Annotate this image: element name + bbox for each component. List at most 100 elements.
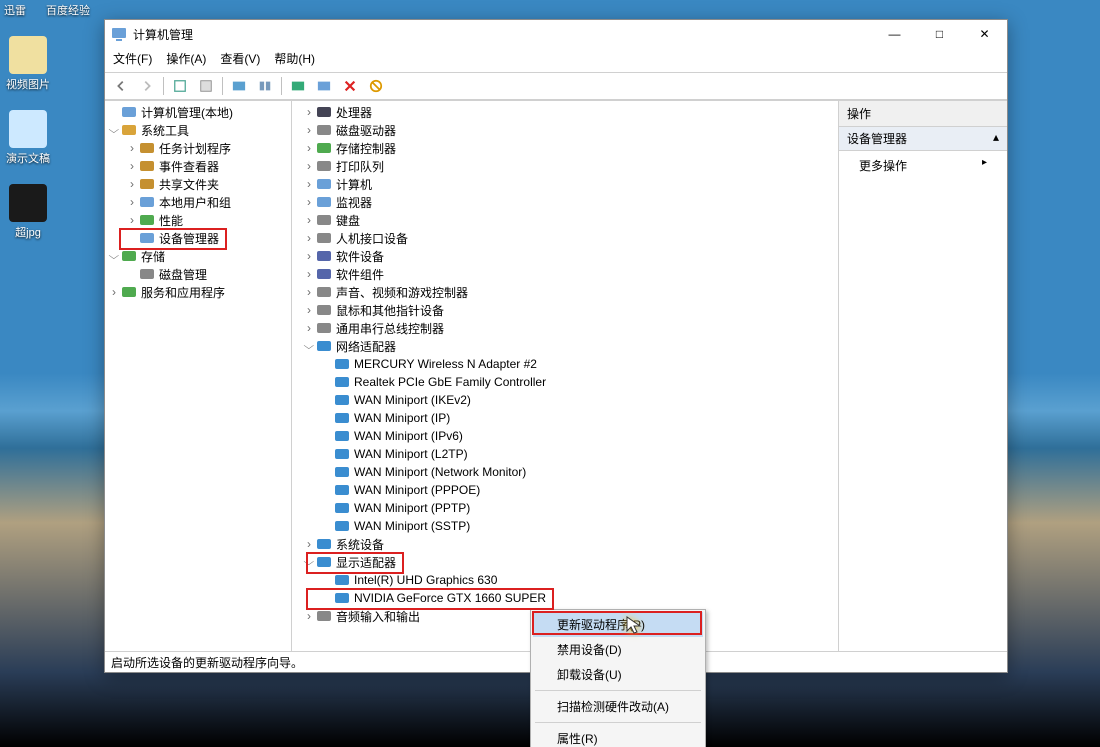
- tree-item[interactable]: WAN Miniport (Network Monitor): [292, 463, 838, 481]
- menubar: 文件(F) 操作(A) 查看(V) 帮助(H): [105, 48, 1007, 72]
- expand-icon[interactable]: [125, 177, 139, 191]
- left-tree-panel[interactable]: 计算机管理(本地)系统工具任务计划程序事件查看器共享文件夹本地用户和组性能设备管…: [105, 101, 292, 651]
- expand-icon[interactable]: [302, 537, 316, 551]
- menu-help[interactable]: 帮助(H): [274, 50, 315, 70]
- expand-icon[interactable]: [302, 141, 316, 155]
- expand-icon[interactable]: [302, 213, 316, 227]
- scan-button[interactable]: [312, 75, 336, 97]
- refresh-button[interactable]: [286, 75, 310, 97]
- menu-view[interactable]: 查看(V): [220, 50, 260, 70]
- expand-icon[interactable]: [302, 231, 316, 245]
- tree-item[interactable]: 监视器: [292, 193, 838, 211]
- tree-item[interactable]: 存储控制器: [292, 139, 838, 157]
- expand-icon[interactable]: [302, 303, 316, 317]
- tree-item[interactable]: 软件组件: [292, 265, 838, 283]
- menu-file[interactable]: 文件(F): [113, 50, 152, 70]
- tree-item[interactable]: 鼠标和其他指针设备: [292, 301, 838, 319]
- collapse-icon[interactable]: [302, 555, 316, 569]
- collapse-icon[interactable]: [107, 123, 121, 137]
- tree-item[interactable]: 磁盘管理: [105, 265, 291, 283]
- menu-action[interactable]: 操作(A): [166, 50, 206, 70]
- expand-icon[interactable]: [302, 177, 316, 191]
- expand-icon[interactable]: [107, 285, 121, 299]
- actions-panel: 操作 设备管理器▴ 更多操作: [839, 101, 1007, 651]
- props-button[interactable]: [194, 75, 218, 97]
- context-menu-item[interactable]: 卸载设备(U): [533, 662, 703, 687]
- expand-icon[interactable]: [302, 123, 316, 137]
- expand-icon[interactable]: [125, 195, 139, 209]
- context-menu-item[interactable]: 属性(R): [533, 726, 703, 747]
- tree-item[interactable]: Intel(R) UHD Graphics 630: [292, 571, 838, 589]
- maximize-button[interactable]: □: [917, 20, 962, 48]
- tree-item[interactable]: NVIDIA GeForce GTX 1660 SUPER: [292, 589, 838, 607]
- minimize-button[interactable]: —: [872, 20, 917, 48]
- enable-button[interactable]: [364, 75, 388, 97]
- desktop-icon-2[interactable]: 超jpg: [4, 184, 52, 240]
- actions-section[interactable]: 设备管理器▴: [839, 127, 1007, 151]
- expand-icon[interactable]: [125, 159, 139, 173]
- tree-item[interactable]: MERCURY Wireless N Adapter #2: [292, 355, 838, 373]
- tree-item[interactable]: 声音、视频和游戏控制器: [292, 283, 838, 301]
- remove-button[interactable]: [338, 75, 362, 97]
- desktop-icon-0[interactable]: 视频图片: [4, 36, 52, 92]
- tree-item[interactable]: 计算机: [292, 175, 838, 193]
- tree-item[interactable]: 服务和应用程序: [105, 283, 291, 301]
- tree-item[interactable]: 人机接口设备: [292, 229, 838, 247]
- context-menu-item[interactable]: 扫描检测硬件改动(A): [533, 694, 703, 719]
- context-menu-item[interactable]: 更新驱动程序(P): [533, 612, 703, 637]
- tree-item-label: 磁盘管理: [159, 266, 207, 283]
- tree-item[interactable]: WAN Miniport (L2TP): [292, 445, 838, 463]
- forward-button[interactable]: [135, 75, 159, 97]
- titlebar[interactable]: 计算机管理 — □ ✕: [105, 20, 1007, 48]
- up-button[interactable]: [168, 75, 192, 97]
- tree-item[interactable]: 网络适配器: [292, 337, 838, 355]
- tree-item[interactable]: 系统设备: [292, 535, 838, 553]
- tree-item[interactable]: 性能: [105, 211, 291, 229]
- tree-item[interactable]: 磁盘驱动器: [292, 121, 838, 139]
- expand-icon[interactable]: [125, 141, 139, 155]
- desktop-icon-1[interactable]: 演示文稿: [4, 110, 52, 166]
- context-menu-item[interactable]: 禁用设备(D): [533, 637, 703, 662]
- tree-item[interactable]: WAN Miniport (PPTP): [292, 499, 838, 517]
- help-button[interactable]: [253, 75, 277, 97]
- tree-item[interactable]: WAN Miniport (IP): [292, 409, 838, 427]
- tree-item[interactable]: 键盘: [292, 211, 838, 229]
- more-actions-link[interactable]: 更多操作: [839, 151, 1007, 180]
- tree-item[interactable]: 软件设备: [292, 247, 838, 265]
- expand-icon[interactable]: [302, 609, 316, 623]
- tree-item[interactable]: WAN Miniport (SSTP): [292, 517, 838, 535]
- expand-icon[interactable]: [302, 267, 316, 281]
- expand-icon[interactable]: [302, 321, 316, 335]
- tree-item[interactable]: WAN Miniport (PPPOE): [292, 481, 838, 499]
- tree-item[interactable]: 本地用户和组: [105, 193, 291, 211]
- tree-item[interactable]: 处理器: [292, 103, 838, 121]
- tree-item[interactable]: 打印队列: [292, 157, 838, 175]
- close-button[interactable]: ✕: [962, 20, 1007, 48]
- desktop-label-0[interactable]: 迅雷: [4, 2, 26, 18]
- view-button[interactable]: [227, 75, 251, 97]
- expand-icon[interactable]: [302, 105, 316, 119]
- expand-icon[interactable]: [302, 249, 316, 263]
- expand-icon[interactable]: [302, 285, 316, 299]
- collapse-icon[interactable]: [302, 339, 316, 353]
- device-tree-panel[interactable]: 处理器磁盘驱动器存储控制器打印队列计算机监视器键盘人机接口设备软件设备软件组件声…: [292, 101, 839, 651]
- tree-item[interactable]: 共享文件夹: [105, 175, 291, 193]
- tree-item[interactable]: 通用串行总线控制器: [292, 319, 838, 337]
- tree-item[interactable]: 显示适配器: [292, 553, 838, 571]
- toolbar: [105, 72, 1007, 100]
- collapse-icon[interactable]: [107, 249, 121, 263]
- expand-icon[interactable]: [302, 159, 316, 173]
- tree-item[interactable]: WAN Miniport (IPv6): [292, 427, 838, 445]
- tree-item[interactable]: 存储: [105, 247, 291, 265]
- tree-item[interactable]: 任务计划程序: [105, 139, 291, 157]
- expand-icon[interactable]: [302, 195, 316, 209]
- tree-item[interactable]: 计算机管理(本地): [105, 103, 291, 121]
- desktop-label-1[interactable]: 百度经验: [46, 2, 90, 18]
- tree-item[interactable]: Realtek PCIe GbE Family Controller: [292, 373, 838, 391]
- tree-item[interactable]: WAN Miniport (IKEv2): [292, 391, 838, 409]
- expand-icon[interactable]: [125, 213, 139, 227]
- tree-item[interactable]: 设备管理器: [105, 229, 291, 247]
- back-button[interactable]: [109, 75, 133, 97]
- tree-item[interactable]: 事件查看器: [105, 157, 291, 175]
- tree-item[interactable]: 系统工具: [105, 121, 291, 139]
